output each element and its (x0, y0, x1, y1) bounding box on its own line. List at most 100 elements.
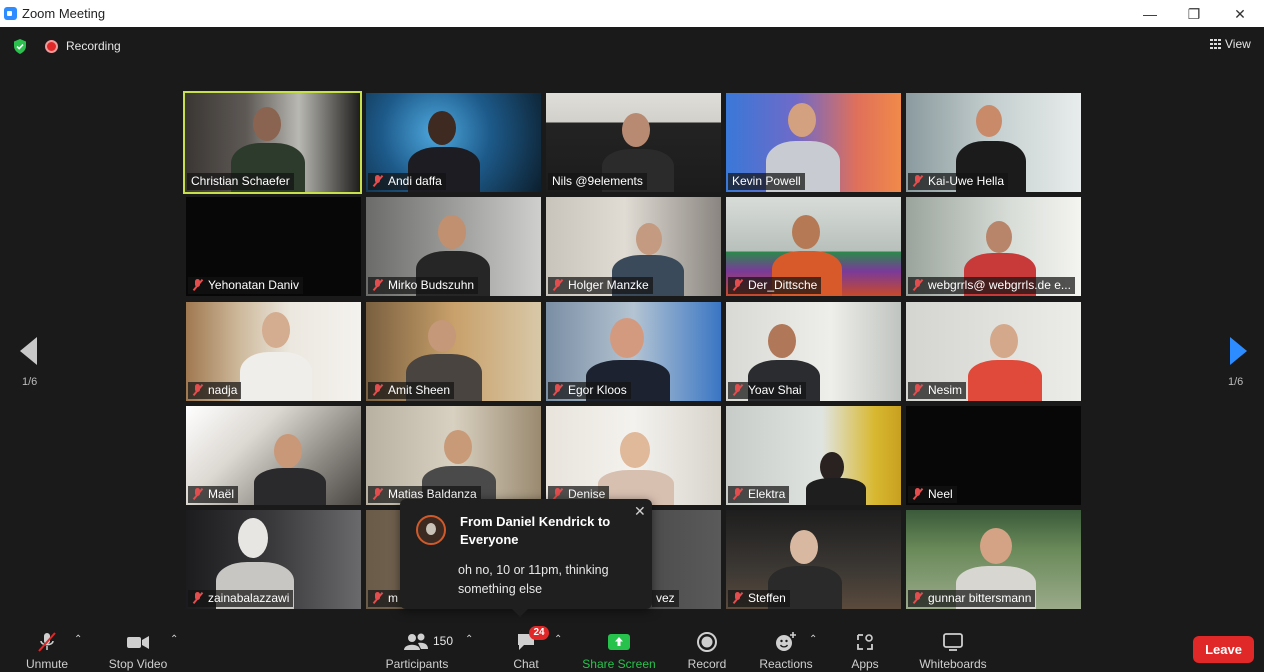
video-tile[interactable]: Kevin Powell (726, 93, 901, 192)
record-button[interactable]: Record (682, 625, 732, 672)
mic-muted-icon (192, 592, 203, 604)
video-tile[interactable]: Nesim (906, 302, 1081, 401)
participant-name: gunnar bittersmann (908, 590, 1036, 607)
video-tile[interactable]: Amit Sheen (366, 302, 541, 401)
video-tile[interactable]: webgrrls@ webgrrls.de e... (906, 197, 1081, 296)
video-camera-icon (127, 636, 149, 649)
video-tile[interactable]: gunnar bittersmann (906, 510, 1081, 609)
smiley-plus-icon (776, 632, 796, 651)
page-indicator-left: 1/6 (22, 376, 38, 388)
mic-muted-icon (192, 279, 203, 291)
video-tile[interactable]: Kai-Uwe Hella (906, 93, 1081, 192)
video-tile[interactable]: Denise (546, 406, 721, 505)
participant-name: Steffen (728, 590, 790, 607)
mic-muted-icon (552, 279, 563, 291)
video-tile[interactable]: Elektra (726, 406, 901, 505)
window-title: Zoom Meeting (22, 6, 106, 21)
participant-name: Kai-Uwe Hella (908, 173, 1009, 190)
video-tile[interactable]: Der_Dittsche (726, 197, 901, 296)
participant-name: Nesim (908, 382, 967, 399)
meeting-area: Recording View 1/6 1/6 Christian Schaefe… (0, 27, 1264, 625)
video-tile[interactable]: Holger Manzke (546, 197, 721, 296)
share-screen-button[interactable]: Share Screen (580, 625, 658, 672)
participant-name: Der_Dittsche (728, 277, 822, 294)
participants-button[interactable]: Participants (380, 625, 454, 672)
participant-name: vez (652, 590, 679, 607)
next-page-button[interactable] (1222, 337, 1262, 367)
reactions-label: Reactions (759, 657, 813, 671)
participant-name: m (368, 590, 402, 607)
participant-name: Nils @9elements (548, 173, 647, 190)
mic-muted-icon (192, 384, 203, 396)
leave-button[interactable]: Leave (1193, 636, 1254, 663)
participant-name: Yoav Shai (728, 382, 806, 399)
whiteboards-button[interactable]: Whiteboards (914, 625, 992, 672)
chat-message: oh no, 10 or 11pm, thinking something el… (458, 563, 609, 596)
minimize-button[interactable]: — (1130, 3, 1170, 25)
mic-muted-icon (732, 384, 743, 396)
participant-name: Andi daffa (368, 173, 446, 190)
view-label: View (1225, 37, 1251, 51)
encryption-shield-icon[interactable] (13, 39, 27, 54)
mic-muted-icon (912, 488, 923, 500)
apps-label: Apps (851, 657, 879, 671)
recording-dot-icon (45, 40, 58, 53)
participant-name: Egor Kloos (548, 382, 631, 399)
participants-options-chevron-icon[interactable]: ⌃ (465, 634, 475, 645)
video-tile[interactable]: Christian Schaefer (183, 91, 362, 194)
video-tile[interactable]: Nils @9elements (546, 93, 721, 192)
share-screen-icon (608, 634, 630, 650)
video-tile[interactable]: zainabalazzawi (186, 510, 361, 609)
mic-muted-icon (912, 279, 923, 291)
title-bar: Zoom Meeting — ❐ ✕ (0, 0, 1264, 27)
participant-name: Kevin Powell (728, 173, 805, 190)
reactions-button[interactable]: Reactions (756, 625, 816, 672)
stop-video-label: Stop Video (108, 657, 168, 671)
unmute-button[interactable]: Unmute (16, 625, 78, 672)
video-tile[interactable]: Steffen (726, 510, 901, 609)
mic-muted-icon (732, 279, 743, 291)
mic-muted-icon (38, 632, 56, 652)
chat-notification[interactable]: From Daniel Kendrick to Everyone oh no, … (400, 499, 652, 609)
participant-name: Yehonatan Daniv (188, 277, 303, 294)
video-tile[interactable]: Mirko Budszuhn (366, 197, 541, 296)
audio-options-chevron-icon[interactable]: ⌃ (74, 634, 84, 645)
close-notification-icon[interactable]: ✕ (634, 503, 646, 520)
video-tile[interactable]: Matias Baldanza (366, 406, 541, 505)
chat-options-chevron-icon[interactable]: ⌃ (554, 634, 564, 645)
mic-muted-icon (732, 592, 743, 604)
video-tile[interactable]: Neel (906, 406, 1081, 505)
arrow-left-icon (20, 337, 37, 365)
whiteboard-icon (943, 633, 963, 651)
record-icon (697, 632, 717, 652)
video-tile[interactable]: Andi daffa (366, 93, 541, 192)
reactions-options-chevron-icon[interactable]: ⌃ (809, 634, 819, 645)
participant-name: Neel (908, 486, 957, 503)
mic-muted-icon (372, 384, 383, 396)
video-tile[interactable]: nadja (186, 302, 361, 401)
participant-name: Mirko Budszuhn (368, 277, 479, 294)
previous-page-button[interactable] (12, 337, 52, 367)
video-tile[interactable]: Egor Kloos (546, 302, 721, 401)
zoom-app-icon (4, 7, 17, 20)
participant-name: Elektra (728, 486, 790, 503)
share-screen-label: Share Screen (582, 657, 656, 671)
view-button[interactable]: View (1204, 33, 1256, 55)
chat-sender: From Daniel Kendrick to Everyone (460, 514, 611, 547)
close-button[interactable]: ✕ (1220, 3, 1260, 25)
chat-unread-badge: 24 (529, 626, 549, 640)
video-tile[interactable]: Yoav Shai (726, 302, 901, 401)
participant-name: zainabalazzawi (188, 590, 294, 607)
apps-button[interactable]: Apps (840, 625, 890, 672)
record-label: Record (687, 657, 727, 671)
video-options-chevron-icon[interactable]: ⌃ (170, 634, 180, 645)
chat-label: Chat (513, 657, 539, 671)
unmute-label: Unmute (25, 657, 69, 671)
video-tile[interactable]: Yehonatan Daniv (186, 197, 361, 296)
participant-name: Amit Sheen (368, 382, 455, 399)
maximize-button[interactable]: ❐ (1174, 3, 1214, 25)
mic-muted-icon (552, 384, 563, 396)
stop-video-button[interactable]: Stop Video (104, 625, 172, 672)
sender-avatar (416, 515, 446, 545)
video-tile[interactable]: Maël (186, 406, 361, 505)
